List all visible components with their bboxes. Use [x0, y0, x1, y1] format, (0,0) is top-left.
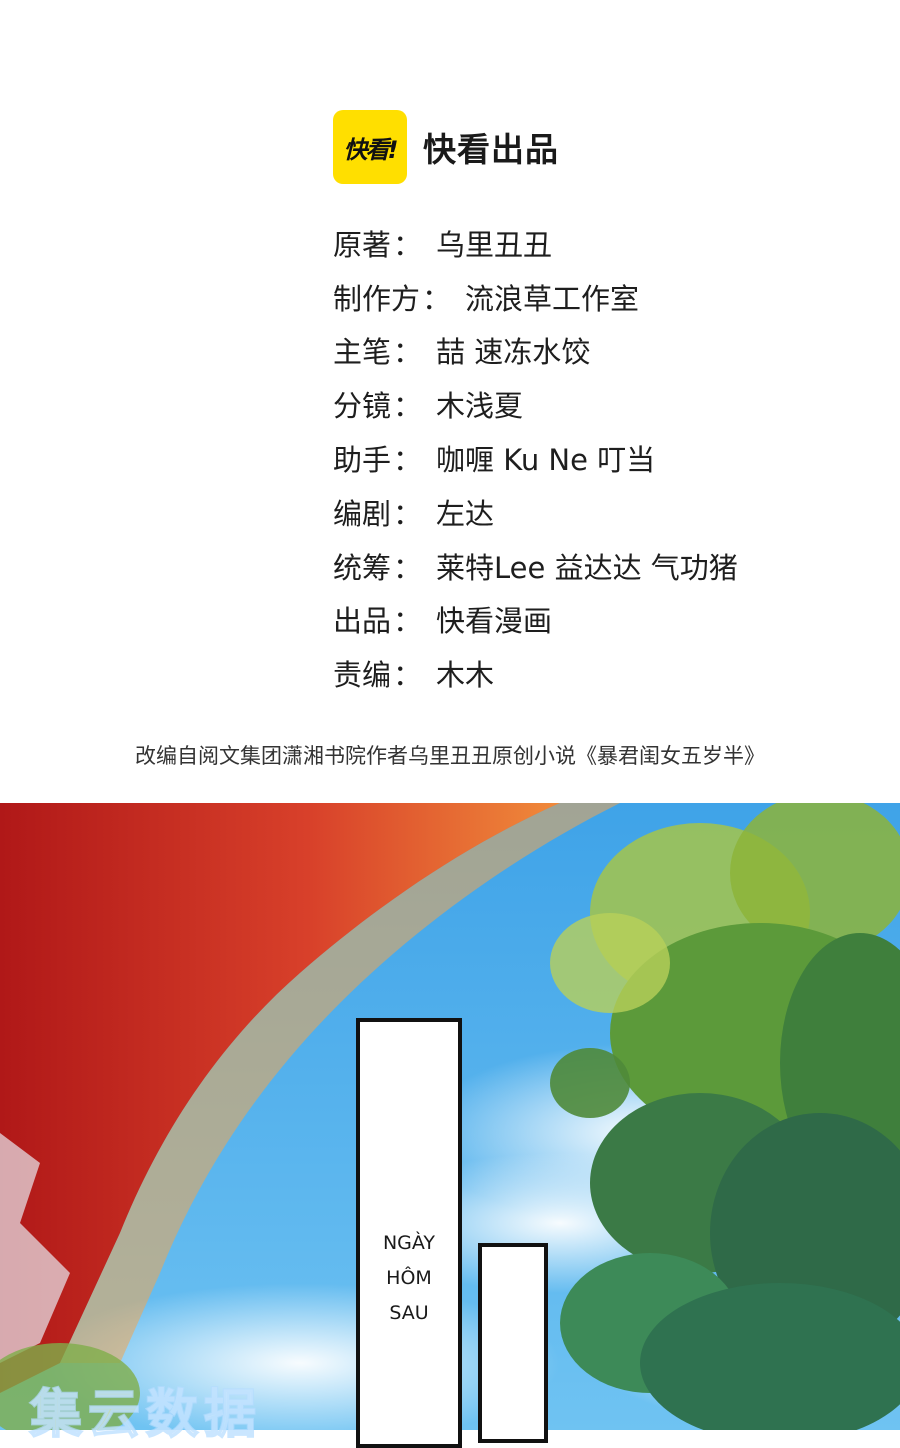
credit-separator: ： — [393, 227, 423, 262]
credit-separator: ： — [393, 604, 423, 639]
caption-line: SAU — [389, 1302, 429, 1324]
credit-separator: ： — [393, 443, 423, 478]
credit-role: 原著 — [333, 227, 392, 262]
credit-row-storyboard: 分镜： 木浅夏 — [333, 377, 738, 431]
credit-role: 制作方 — [333, 281, 421, 316]
credit-separator: ： — [393, 335, 423, 370]
credit-role: 责编 — [333, 658, 392, 693]
credit-value: 咖喱 Ku Ne 叮当 — [436, 443, 656, 478]
credit-list: 原著：乌里丑丑 制作方：流浪草工作室 主笔：喆 速冻水饺 分镜：木浅夏 助手：咖… — [333, 216, 738, 700]
brand-header: 快看! 快看出品 — [333, 109, 559, 185]
credit-row-editor: 责编： 木木 — [333, 646, 738, 700]
credit-row-publisher: 出品： 快看漫画 — [333, 593, 738, 647]
credit-value: 喆 速冻水饺 — [436, 335, 591, 370]
credit-row-assistant: 助手： 咖喱 Ku Ne 叮当 — [333, 431, 738, 485]
credit-role: 统筹 — [333, 550, 392, 585]
adaptation-note: 改编自阅文集团潇湘书院作者乌里丑丑原创小说《暴君闺女五岁半》 — [135, 744, 765, 768]
watermark: 集云数据 — [29, 1384, 263, 1446]
kuaikan-logo-icon: 快看! — [333, 110, 407, 184]
credit-separator: ： — [393, 658, 423, 693]
credit-value: 乌里丑丑 — [436, 227, 553, 262]
caption-box-short — [478, 1243, 548, 1443]
caption-line: HÔM — [386, 1267, 432, 1289]
credit-separator: ： — [393, 389, 423, 424]
credit-role: 助手 — [333, 443, 392, 478]
credit-row-coordinator: 统筹： 莱特Lee 益达达 气功猪 — [333, 539, 738, 593]
credit-value: 左达 — [436, 496, 495, 531]
credit-role: 编剧 — [333, 496, 392, 531]
credit-row-screenwriter: 编剧： 左达 — [333, 485, 738, 539]
credit-role: 出品 — [333, 604, 392, 639]
credit-value: 莱特Lee 益达达 气功猪 — [436, 550, 738, 585]
credits-page: 快看! 快看出品 原著：乌里丑丑 制作方：流浪草工作室 主笔：喆 速冻水饺 分镜… — [0, 0, 900, 803]
credit-value: 快看漫画 — [436, 604, 553, 639]
credit-value: 木浅夏 — [436, 389, 524, 424]
credit-role: 分镜 — [333, 389, 392, 424]
credit-row-original-author: 原著： 乌里丑丑 — [333, 216, 738, 270]
caption-next-day: NGÀY HÔM SAU — [360, 1226, 458, 1331]
credit-value: 木木 — [436, 658, 495, 693]
credit-separator: ： — [422, 281, 452, 316]
credit-row-producer: 制作方： 流浪草工作室 — [333, 270, 738, 324]
credit-row-lead-artist: 主笔： 喆 速冻水饺 — [333, 324, 738, 378]
credit-role: 主笔 — [333, 335, 392, 370]
brand-title: 快看出品 — [423, 130, 559, 169]
credit-separator: ： — [393, 496, 423, 531]
credit-separator: ： — [393, 550, 423, 585]
credit-value: 流浪草工作室 — [465, 281, 640, 316]
caption-line: NGÀY — [382, 1232, 436, 1254]
